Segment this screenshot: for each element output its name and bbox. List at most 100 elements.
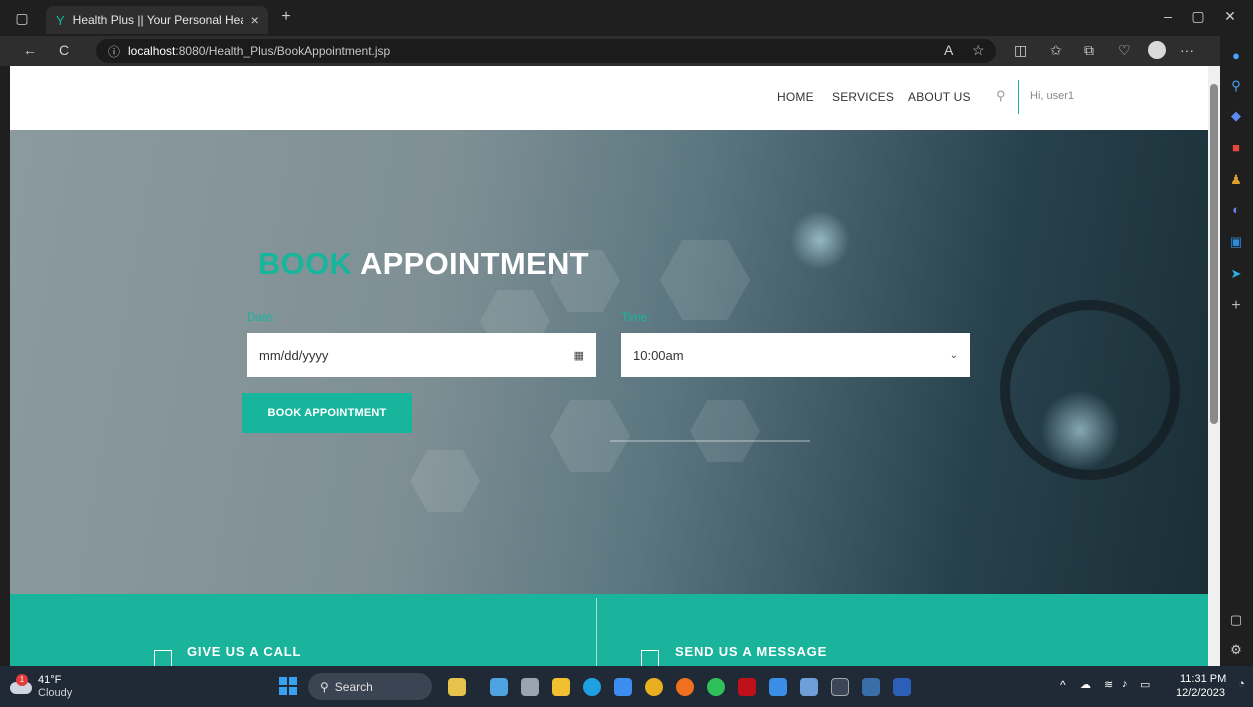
decor-hex [550, 400, 630, 472]
search-icon[interactable]: ⚲ [996, 88, 1006, 104]
calendar-icon[interactable]: ▦ [574, 349, 584, 362]
chrome-icon[interactable] [645, 678, 663, 696]
read-aloud-icon[interactable]: A [944, 42, 953, 58]
more-menu-icon[interactable]: ··· [1180, 42, 1194, 58]
page-title: BOOK APPOINTMENT [258, 246, 589, 282]
sidebar-toggle-icon[interactable]: ▢ [1228, 612, 1244, 628]
decor-glow [790, 210, 850, 270]
browser-tab[interactable]: Y Health Plus || Your Personal Heal × [46, 6, 268, 34]
refresh-button[interactable]: C [56, 42, 72, 58]
weather-widget[interactable]: 1 [10, 674, 36, 698]
netflix-icon[interactable] [738, 678, 756, 696]
time-select[interactable]: 10:00am ⌄ [621, 333, 970, 377]
teams-icon[interactable] [490, 678, 508, 696]
show-hidden-icons-icon[interactable]: ^ [1060, 678, 1066, 692]
favorite-star-icon[interactable]: ☆ [972, 42, 985, 59]
phone-icon [154, 650, 172, 666]
decor-hex [660, 240, 750, 320]
maximize-icon[interactable]: ▢ [1190, 8, 1206, 25]
snipping-tool-icon[interactable] [800, 678, 818, 696]
battery-icon[interactable]: ▭ [1140, 678, 1150, 691]
scrollbar-thumb[interactable] [1210, 84, 1218, 424]
word-icon[interactable] [893, 678, 911, 696]
decor-hex [690, 400, 760, 462]
url-field[interactable]: ⓘ localhost:8080/Health_Plus/BookAppoint… [96, 39, 996, 63]
minimize-icon[interactable]: – [1160, 8, 1176, 24]
send-icon[interactable]: ➤ [1228, 266, 1244, 282]
collections-icon[interactable]: ⧉ [1084, 42, 1094, 59]
nav-divider [1018, 80, 1019, 114]
decor-hex [410, 450, 480, 512]
date-placeholder: mm/dd/yyyy [259, 347, 329, 363]
nav-services[interactable]: SERVICES [832, 90, 894, 104]
people-icon[interactable]: ♟ [1228, 172, 1244, 188]
url-path: :8080/Health_Plus/BookAppointment.jsp [175, 44, 391, 58]
task-view-icon[interactable] [521, 678, 539, 696]
browser-tab-bar: ▢ Y Health Plus || Your Personal Heal × … [0, 0, 1253, 36]
wifi-icon[interactable]: ≋ [1104, 678, 1113, 691]
contact-divider [596, 598, 597, 666]
windows-start-icon[interactable] [279, 677, 297, 695]
weather-desc: Cloudy [38, 687, 73, 699]
search-icon: ⚲ [320, 679, 329, 694]
search-icon[interactable]: ⚲ [1228, 78, 1244, 94]
book-appointment-button[interactable]: BOOK APPOINTMENT [242, 393, 412, 433]
contact-band: GIVE US A CALL SEND US A MESSAGE [10, 594, 1208, 666]
title-rest: APPOINTMENT [359, 246, 589, 281]
notification-bell-icon[interactable]: ● [1228, 48, 1244, 64]
notification-bell-icon[interactable]: ◔ [1238, 678, 1245, 690]
url-host: localhost [128, 44, 176, 58]
outlook-icon[interactable]: ▣ [1228, 234, 1244, 250]
back-button[interactable]: ← [22, 42, 38, 58]
close-window-icon[interactable]: ✕ [1222, 8, 1238, 25]
stethoscope-decor [1000, 300, 1180, 480]
copilot-circle-icon[interactable]: ◐ [1228, 202, 1244, 218]
vscode-icon[interactable] [862, 678, 880, 696]
store-icon[interactable] [614, 678, 632, 696]
split-screen-icon[interactable]: ◫ [1014, 42, 1027, 59]
user-greeting[interactable]: Hi, user1 [1030, 90, 1074, 102]
add-icon[interactable]: + [1228, 298, 1244, 314]
tab-favicon-icon: Y [56, 12, 65, 28]
page-scrollbar[interactable] [1208, 66, 1220, 666]
title-accent: BOOK [258, 246, 353, 281]
terminal-icon[interactable] [831, 678, 849, 696]
nav-about-us[interactable]: ABOUT US [908, 90, 971, 104]
send-us-a-message-title: SEND US A MESSAGE [675, 644, 828, 659]
time-selected-value: 10:00am [633, 347, 684, 363]
url-text: localhost:8080/Health_Plus/BookAppointme… [128, 44, 390, 58]
extensions-icon[interactable]: ♡ [1118, 42, 1131, 59]
browser-sidebar: ● ⚲ ◆ ■ ♟ ◐ ▣ ➤ + ▢ ⚙ [1220, 36, 1253, 666]
page-viewport: HOME SERVICES ABOUT US ⚲ Hi, user1 BOOK … [10, 66, 1208, 666]
date-field[interactable]: mm/dd/yyyy ▦ [247, 333, 596, 377]
chevron-down-icon: ⌄ [949, 349, 958, 361]
date-label: Date: [247, 310, 276, 324]
tab-title: Health Plus || Your Personal Heal [72, 13, 243, 27]
onedrive-icon[interactable]: ☁ [1080, 678, 1091, 691]
windows-taskbar: 1 41°F Cloudy ⚲ Search ^ ☁ ≋ ♪ ▭ 11:31 P… [0, 666, 1253, 707]
address-bar-row: ← C ⓘ localhost:8080/Health_Plus/BookApp… [0, 36, 1253, 66]
tab-actions-icon[interactable]: ▢ [14, 10, 30, 27]
settings-gear-icon[interactable]: ⚙ [1228, 642, 1244, 658]
profile-avatar[interactable] [1148, 41, 1166, 59]
calculator-icon[interactable] [769, 678, 787, 696]
decor-line [610, 440, 810, 442]
favorites-icon[interactable]: ✩ [1050, 42, 1062, 59]
briefcase-icon[interactable]: ■ [1228, 140, 1244, 156]
file-explorer-icon[interactable] [552, 678, 570, 696]
taskbar-search[interactable]: ⚲ Search [308, 673, 432, 700]
site-info-icon[interactable]: ⓘ [108, 43, 120, 60]
clock-date[interactable]: 12/2/2023 [1176, 687, 1225, 699]
nav-home[interactable]: HOME [777, 90, 814, 104]
tag-icon[interactable]: ◆ [1228, 108, 1244, 124]
tab-close-icon[interactable]: × [251, 12, 259, 28]
volume-icon[interactable]: ♪ [1122, 678, 1128, 690]
edge-icon[interactable] [583, 678, 601, 696]
widgets-icon[interactable] [448, 678, 466, 696]
new-tab-button[interactable]: + [278, 8, 294, 26]
site-navbar: HOME SERVICES ABOUT US ⚲ Hi, user1 [10, 66, 1208, 130]
firefox-icon[interactable] [676, 678, 694, 696]
time-label: Time: [621, 310, 651, 324]
clock-time[interactable]: 11:31 PM [1180, 673, 1226, 685]
whatsapp-icon[interactable] [707, 678, 725, 696]
